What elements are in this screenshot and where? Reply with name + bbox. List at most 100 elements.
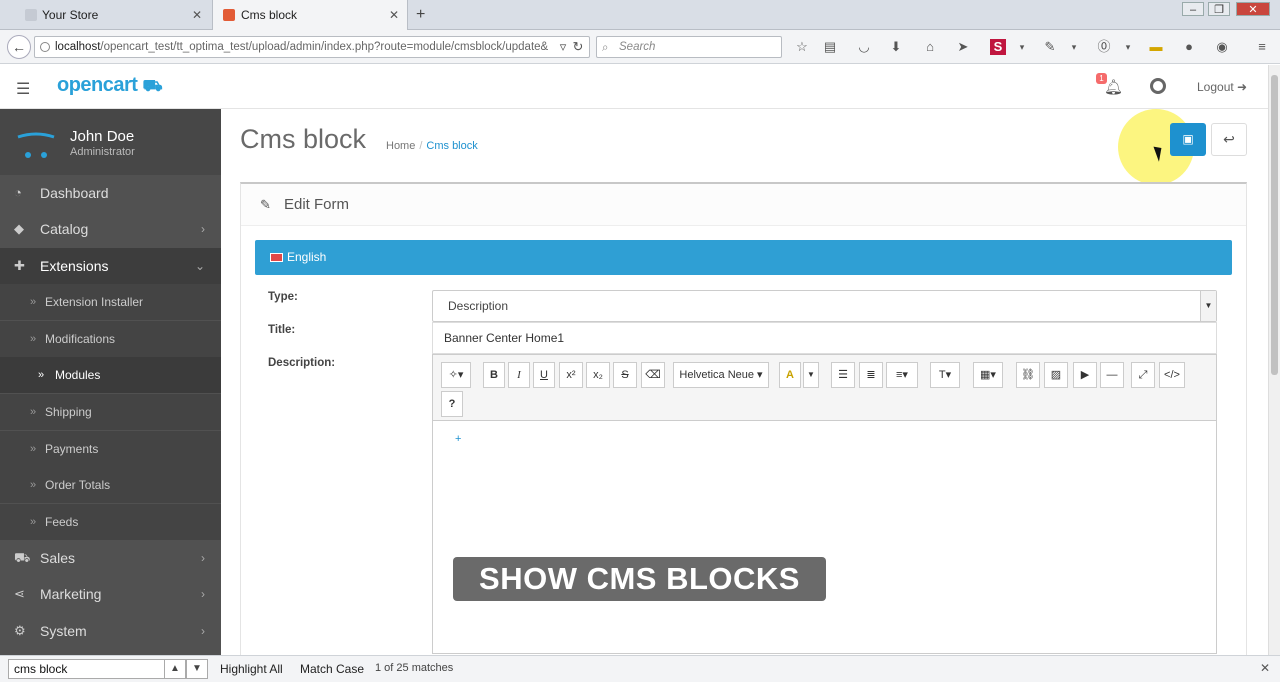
url-bar[interactable]: localhost/opencart_test/tt_optima_test/u… xyxy=(34,36,590,58)
folder-icon[interactable]: ▬ xyxy=(1148,39,1164,55)
strikethrough-icon[interactable]: S xyxy=(613,362,637,388)
help-button[interactable]: ? xyxy=(441,391,463,417)
underline-icon[interactable]: U xyxy=(533,362,555,388)
dropdown-icon[interactable]: ▿ xyxy=(555,39,571,55)
sidebar: John Doe Administrator ◔ Dashboard ◆ Cat… xyxy=(0,109,221,655)
dropdown-icon[interactable]: ▾ xyxy=(1120,39,1136,55)
superscript-icon[interactable]: x² xyxy=(559,362,583,388)
sidebar-subitem-order-totals[interactable]: » Order Totals xyxy=(0,467,221,503)
paragraph-align-icon[interactable]: ≡▾ xyxy=(886,362,918,388)
scrollbar-thumb[interactable] xyxy=(1271,75,1278,375)
sidebar-subitem-extension-installer[interactable]: » Extension Installer xyxy=(0,284,221,320)
find-status: 1 of 25 matches xyxy=(375,662,454,674)
fullscreen-icon[interactable]: ⤢ xyxy=(1131,362,1155,388)
caret-down-icon[interactable]: ▼ xyxy=(803,362,819,388)
clipboard-icon[interactable]: ▤ xyxy=(822,39,838,55)
reload-icon[interactable]: ↻ xyxy=(570,39,586,55)
find-next-icon[interactable]: ▼ xyxy=(186,659,208,679)
dropdown-icon[interactable]: ▾ xyxy=(1014,39,1030,55)
breadcrumb-current[interactable]: Cms block xyxy=(426,140,477,152)
menu-icon[interactable]: ≡ xyxy=(1254,39,1270,55)
browser-tab-cms-block[interactable]: Cms block ✕ xyxy=(212,0,408,30)
user-profile[interactable]: John Doe Administrator xyxy=(0,109,221,175)
logout-label: Logout xyxy=(1197,80,1234,94)
bookmark-star-icon[interactable]: ☆ xyxy=(794,39,810,55)
sidebar-subitem-feeds[interactable]: » Feeds xyxy=(0,504,221,540)
color-picker-icon[interactable]: ◉ xyxy=(1214,39,1230,55)
chat-icon[interactable]: ● xyxy=(1181,39,1197,55)
restore-icon[interactable]: ❐ xyxy=(1208,2,1230,16)
sidebar-item-system[interactable]: ⚙ System › xyxy=(0,613,221,649)
sidebar-toggle-icon[interactable]: ☰ xyxy=(16,79,30,99)
horizontal-rule-icon[interactable]: — xyxy=(1100,362,1124,388)
image-icon[interactable]: ▨ xyxy=(1044,362,1068,388)
new-tab-button[interactable]: + xyxy=(416,0,425,30)
sidebar-subitem-modifications[interactable]: » Modifications xyxy=(0,321,221,357)
italic-icon[interactable]: I xyxy=(508,362,530,388)
sidebar-subitem-modules[interactable]: » Modules xyxy=(0,357,221,393)
type-select[interactable]: Description ▼ xyxy=(432,290,1217,322)
video-icon[interactable]: ▶ xyxy=(1073,362,1097,388)
back-arrow-icon[interactable]: ← xyxy=(7,35,31,59)
sidebar-subitem-shipping[interactable]: » Shipping xyxy=(0,394,221,430)
sidebar-subitem-label: Payments xyxy=(45,442,99,456)
find-input[interactable]: cms block xyxy=(8,659,165,679)
browser-tab-your-store[interactable]: Your Store ✕ xyxy=(0,0,210,30)
minimize-icon[interactable]: – xyxy=(1182,2,1204,16)
sidebar-subitem-label: Order Totals xyxy=(45,478,111,492)
help-lifebuoy-icon[interactable] xyxy=(1150,78,1166,94)
search-placeholder: Search xyxy=(619,41,656,53)
sidebar-item-dashboard[interactable]: ◔ Dashboard xyxy=(0,175,221,211)
window-close-icon[interactable]: ✕ xyxy=(1236,2,1270,16)
font-color-icon[interactable]: A xyxy=(779,362,801,388)
sidebar-item-catalog[interactable]: ◆ Catalog › xyxy=(0,211,221,247)
s-extension-icon[interactable]: S xyxy=(990,39,1006,55)
magic-style-icon[interactable]: ✧▾ xyxy=(441,362,471,388)
close-tab-icon[interactable]: ✕ xyxy=(192,0,202,30)
save-button[interactable]: ▣ xyxy=(1170,123,1206,156)
match-case-button[interactable]: Match Case xyxy=(300,662,364,676)
globe-icon xyxy=(40,42,50,52)
close-tab-icon[interactable]: ✕ xyxy=(389,0,399,30)
extension-icon[interactable]: ✎ xyxy=(1042,39,1058,55)
line-height-icon[interactable]: T▾ xyxy=(930,362,960,388)
sidebar-item-marketing[interactable]: ⋖ Marketing › xyxy=(0,576,221,612)
link-icon[interactable]: ⛓ xyxy=(1016,362,1040,388)
breadcrumb: Home / Cms block xyxy=(386,140,478,152)
pocket-icon[interactable]: ◡ xyxy=(856,39,872,55)
back-button[interactable]: ↩ xyxy=(1211,123,1247,156)
account-icon[interactable]: ⓪ xyxy=(1096,39,1112,55)
subscript-icon[interactable]: x₂ xyxy=(586,362,610,388)
highlight-all-button[interactable]: Highlight All xyxy=(220,662,283,676)
sidebar-subitem-label: Shipping xyxy=(45,405,92,419)
language-tab[interactable]: English xyxy=(255,240,1232,275)
bell-icon[interactable]: 🔔︎ xyxy=(1104,78,1123,96)
logout-link[interactable]: Logout ➜ xyxy=(1197,80,1247,94)
home-icon[interactable]: ⌂ xyxy=(922,39,938,55)
table-icon[interactable]: ▦▾ xyxy=(973,362,1003,388)
breadcrumb-home[interactable]: Home xyxy=(386,140,415,152)
find-previous-icon[interactable]: ▲ xyxy=(164,659,186,679)
sidebar-item-label: Sales xyxy=(40,550,76,566)
font-family-select[interactable]: Helvetica Neue ▾ xyxy=(673,362,769,388)
double-chevron-icon: » xyxy=(30,333,37,345)
sidebar-subitem-payments[interactable]: » Payments xyxy=(0,431,221,467)
dropdown-icon[interactable]: ▾ xyxy=(1066,39,1082,55)
close-find-icon[interactable]: ✕ xyxy=(1260,661,1270,675)
bold-icon[interactable]: B xyxy=(483,362,505,388)
send-icon[interactable]: ➤ xyxy=(955,39,971,55)
eraser-icon[interactable]: ⌫ xyxy=(641,362,665,388)
code-view-icon[interactable]: </> xyxy=(1159,362,1185,388)
sidebar-item-extensions[interactable]: ✚ Extensions ⌄ xyxy=(0,248,221,284)
ordered-list-icon[interactable]: ≣ xyxy=(859,362,883,388)
description-label: Description: xyxy=(268,357,336,369)
opencart-logo[interactable]: opencart ⛟ xyxy=(57,74,163,97)
browser-search-input[interactable]: ⌕ Search xyxy=(596,36,782,58)
sidebar-item-sales[interactable]: ⛟ Sales › xyxy=(0,540,221,576)
unordered-list-icon[interactable]: ☰ xyxy=(831,362,855,388)
reply-arrow-icon: ↩ xyxy=(1223,131,1235,147)
description-editor[interactable]: ✧▾ B I U x² x₂ S ⌫ Helvetica Neue ▾ A ▼ … xyxy=(432,354,1217,654)
title-input[interactable]: Banner Center Home1 xyxy=(432,322,1217,354)
page-scrollbar[interactable] xyxy=(1268,65,1280,655)
download-icon[interactable]: ⬇ xyxy=(888,39,904,55)
